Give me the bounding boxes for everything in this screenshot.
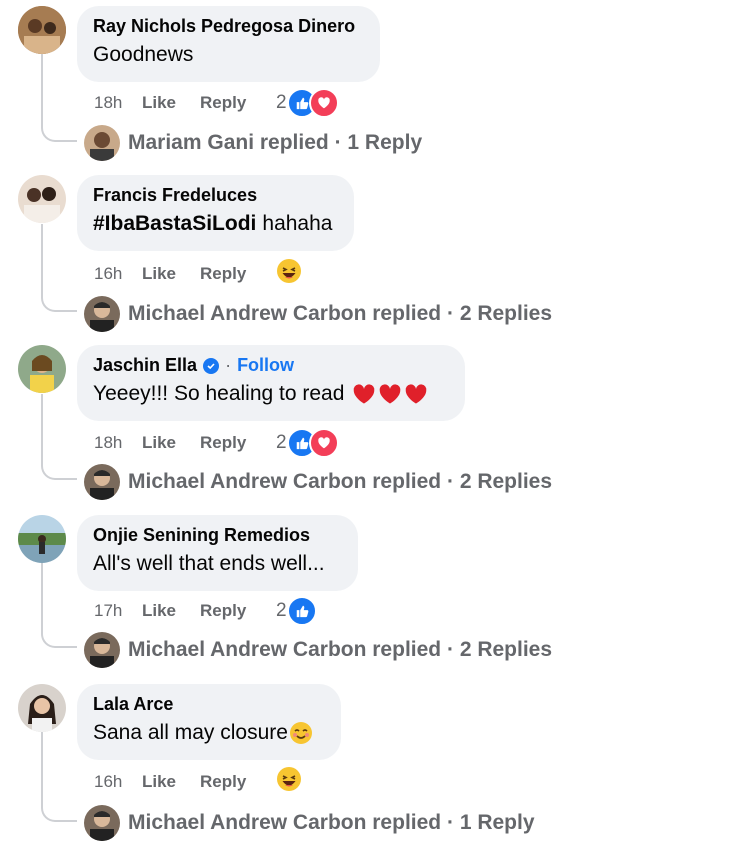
thread-connector	[41, 294, 77, 312]
comment-text-body: Sana all may closure	[93, 721, 288, 744]
like-button[interactable]: Like	[142, 772, 200, 792]
replies-link[interactable]: Michael Andrew Carbon replied · 2 Replie…	[128, 470, 552, 494]
haha-icon	[276, 766, 302, 798]
comment-time[interactable]: 18h	[94, 93, 142, 113]
comment-text: All's well that ends well...	[93, 552, 325, 575]
reply-count: 2 Replies	[459, 302, 553, 325]
replied-by: Mariam Gani replied	[128, 131, 329, 154]
love-icon	[308, 428, 339, 458]
comment-author[interactable]: Francis Fredeluces	[93, 185, 338, 206]
comment-text: Yeeey!!! So healing to read	[93, 382, 449, 406]
avatar[interactable]	[18, 345, 66, 393]
heart-icons	[352, 383, 428, 405]
comment-text-body: hahaha	[262, 212, 333, 235]
reaction-summary[interactable]	[276, 766, 302, 798]
smiling-face-icon	[289, 721, 313, 745]
separator: ·	[334, 131, 342, 154]
comment-author[interactable]: Ray Nichols Pedregosa Dinero	[93, 16, 364, 37]
comment-actions: 18h Like Reply 2	[94, 428, 339, 458]
reaction-summary[interactable]: 2	[276, 596, 317, 626]
reply-count: 1 Reply	[459, 811, 535, 834]
comment-text: #IbaBastaSiLodi hahaha	[93, 212, 338, 236]
thread-connector	[41, 804, 77, 822]
avatar[interactable]	[84, 805, 120, 841]
comment-time[interactable]: 18h	[94, 433, 142, 453]
follow-button[interactable]: Follow	[237, 355, 294, 376]
comment-bubble: Ray Nichols Pedregosa Dinero Goodnews	[77, 6, 380, 82]
comment-text: Sana all may closure	[93, 721, 325, 745]
comment-bubble: Jaschin Ella · Follow Yeeey!!! So healin…	[77, 345, 465, 421]
comment-actions: 16h Like Reply	[94, 766, 302, 798]
thread-line	[41, 562, 43, 632]
separator: ·	[446, 811, 454, 834]
thread-line	[41, 54, 43, 126]
thread-line	[41, 394, 43, 464]
replies-link[interactable]: Michael Andrew Carbon replied · 2 Replie…	[128, 638, 552, 662]
thread-line	[41, 732, 43, 806]
reply-button[interactable]: Reply	[200, 601, 276, 621]
reply-button[interactable]: Reply	[200, 772, 276, 792]
reaction-count: 2	[276, 92, 287, 113]
avatar[interactable]	[84, 632, 120, 668]
reaction-summary[interactable]: 2	[276, 88, 339, 118]
comment-time[interactable]: 16h	[94, 264, 142, 284]
like-button[interactable]: Like	[142, 264, 200, 284]
verified-badge-icon	[203, 357, 220, 374]
love-icon	[308, 88, 339, 118]
thread-connector	[41, 124, 77, 142]
comment-text: Goodnews	[93, 43, 194, 66]
thread-connector	[41, 462, 77, 480]
like-button[interactable]: Like	[142, 601, 200, 621]
like-icon	[286, 596, 317, 626]
avatar[interactable]	[84, 125, 120, 161]
comment-time[interactable]: 17h	[94, 601, 142, 621]
separator: ·	[225, 355, 232, 375]
replied-by: Michael Andrew Carbon replied	[128, 638, 442, 661]
comment-actions: 18h Like Reply 2	[94, 88, 339, 118]
reply-button[interactable]: Reply	[200, 264, 276, 284]
like-button[interactable]: Like	[142, 93, 200, 113]
like-button[interactable]: Like	[142, 433, 200, 453]
comment-bubble: Lala Arce Sana all may closure	[77, 684, 341, 760]
comment-author-row: Jaschin Ella · Follow	[93, 355, 449, 376]
comment-text-body: Yeeey!!! So healing to read	[93, 382, 345, 405]
avatar[interactable]	[18, 684, 66, 732]
replied-by: Michael Andrew Carbon replied	[128, 302, 442, 325]
comment-bubble: Francis Fredeluces #IbaBastaSiLodi hahah…	[77, 175, 354, 251]
replies-link[interactable]: Michael Andrew Carbon replied · 1 Reply	[128, 811, 535, 835]
reply-count: 1 Reply	[347, 131, 423, 154]
avatar[interactable]	[18, 175, 66, 223]
reply-button[interactable]: Reply	[200, 93, 276, 113]
separator: ·	[446, 302, 454, 325]
thread-connector	[41, 630, 77, 648]
separator: ·	[446, 638, 454, 661]
replies-link[interactable]: Michael Andrew Carbon replied · 2 Replie…	[128, 302, 552, 326]
separator: ·	[446, 470, 454, 493]
comment-actions: 16h Like Reply	[94, 258, 302, 290]
replies-link[interactable]: Mariam Gani replied · 1 Reply	[128, 131, 422, 155]
haha-icon	[276, 258, 302, 290]
comment-author[interactable]: Lala Arce	[93, 694, 325, 715]
reply-count: 2 Replies	[459, 638, 553, 661]
thread-line	[41, 224, 43, 296]
reply-count: 2 Replies	[459, 470, 553, 493]
avatar[interactable]	[84, 296, 120, 332]
comment-time[interactable]: 16h	[94, 772, 142, 792]
avatar[interactable]	[18, 515, 66, 563]
comment-author[interactable]: Onjie Senining Remedios	[93, 525, 342, 546]
reaction-summary[interactable]: 2	[276, 428, 339, 458]
replied-by: Michael Andrew Carbon replied	[128, 470, 442, 493]
comment-author[interactable]: Jaschin Ella	[93, 355, 197, 376]
avatar[interactable]	[18, 6, 66, 54]
reaction-count: 2	[276, 600, 287, 621]
reaction-summary[interactable]	[276, 258, 302, 290]
hashtag-link[interactable]: #IbaBastaSiLodi	[93, 212, 256, 236]
comment-bubble: Onjie Senining Remedios All's well that …	[77, 515, 358, 591]
reply-button[interactable]: Reply	[200, 433, 276, 453]
comment-actions: 17h Like Reply 2	[94, 596, 317, 626]
replied-by: Michael Andrew Carbon replied	[128, 811, 442, 834]
avatar[interactable]	[84, 464, 120, 500]
reaction-count: 2	[276, 432, 287, 453]
